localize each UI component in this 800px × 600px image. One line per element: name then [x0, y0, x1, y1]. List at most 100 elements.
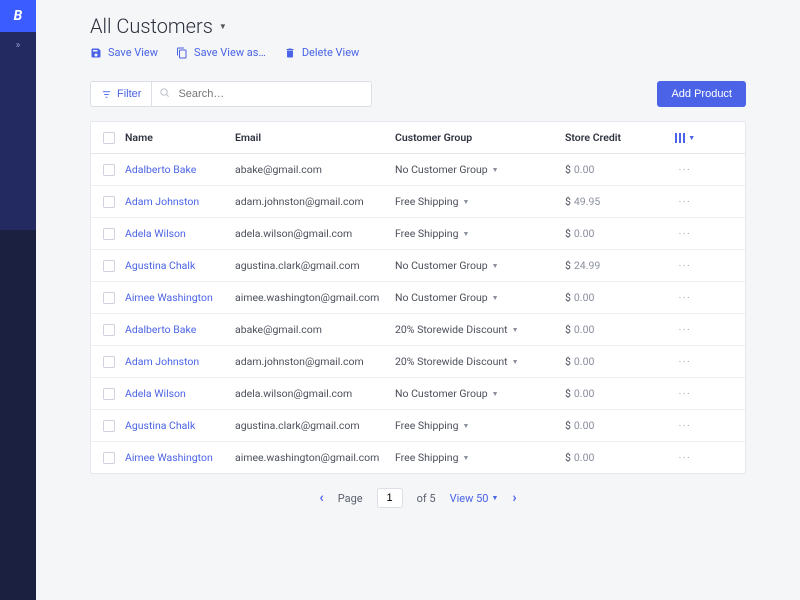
page-next-button[interactable]: › — [512, 490, 516, 506]
column-settings-button[interactable]: ▼ — [665, 133, 705, 143]
page-prev-button[interactable]: ‹ — [319, 490, 323, 506]
customer-name-link[interactable]: Agustina Chalk — [125, 259, 195, 272]
row-checkbox[interactable] — [103, 324, 115, 336]
save-view-button[interactable]: Save View — [90, 46, 158, 59]
table-row: Adam Johnston adam.johnston@gmail.com20% … — [91, 346, 745, 378]
customer-group-select[interactable]: Free Shipping▼ — [395, 419, 565, 432]
row-actions-button[interactable]: ··· — [665, 451, 705, 464]
row-checkbox[interactable] — [103, 420, 115, 432]
table-row: Aimee Washington aimee.washington@gmail.c… — [91, 282, 745, 314]
store-credit: $24.99 — [565, 259, 665, 272]
row-actions-button[interactable]: ··· — [665, 163, 705, 176]
col-credit[interactable]: Store Credit — [565, 131, 665, 144]
customer-name-link[interactable]: Agustina Chalk — [125, 419, 195, 432]
row-actions-button[interactable]: ··· — [665, 227, 705, 240]
customers-table: Name Email Customer Group Store Credit ▼… — [90, 121, 746, 474]
customer-group-select[interactable]: No Customer Group▼ — [395, 163, 565, 176]
filter-button[interactable]: Filter — [90, 81, 152, 107]
customer-name-link[interactable]: Adam Johnston — [125, 355, 199, 368]
customer-group-select[interactable]: 20% Storewide Discount▼ — [395, 355, 565, 368]
chevron-down-icon: ▼ — [462, 422, 469, 430]
chevron-down-icon: ▼ — [462, 230, 469, 238]
row-checkbox[interactable] — [103, 228, 115, 240]
customer-email: agustina.clark@gmail.com — [235, 419, 395, 432]
customer-email: aimee.washington@gmail.com — [235, 291, 395, 304]
brand-logo-icon: B — [0, 0, 36, 32]
row-checkbox[interactable] — [103, 452, 115, 464]
row-actions-button[interactable]: ··· — [665, 291, 705, 304]
store-credit: $0.00 — [565, 355, 665, 368]
row-actions-button[interactable]: ··· — [665, 259, 705, 272]
columns-icon — [675, 133, 686, 143]
main-content: All Customers ▼ Save View Save View as… … — [36, 0, 800, 600]
row-checkbox[interactable] — [103, 196, 115, 208]
row-actions-button[interactable]: ··· — [665, 419, 705, 432]
col-name[interactable]: Name — [125, 131, 235, 144]
table-row: Adela Wilson adela.wilson@gmail.comNo Cus… — [91, 378, 745, 410]
search-wrap — [152, 81, 372, 107]
add-product-button[interactable]: Add Product — [657, 81, 746, 107]
customer-name-link[interactable]: Adalberto Bake — [125, 163, 196, 176]
sidebar: B » — [0, 0, 36, 600]
row-actions-button[interactable]: ··· — [665, 387, 705, 400]
toolbar: Filter Add Product — [90, 81, 746, 107]
chevron-down-icon: ▼ — [492, 294, 499, 302]
expand-sidebar-icon[interactable]: » — [16, 40, 21, 51]
page-input[interactable] — [377, 488, 403, 508]
customer-email: adam.johnston@gmail.com — [235, 195, 395, 208]
filter-icon — [101, 89, 112, 100]
save-view-as-label: Save View as… — [194, 46, 266, 59]
customer-email: adam.johnston@gmail.com — [235, 355, 395, 368]
customer-group-select[interactable]: Free Shipping▼ — [395, 451, 565, 464]
customer-email: abake@gmail.com — [235, 323, 395, 336]
row-checkbox[interactable] — [103, 356, 115, 368]
filter-label: Filter — [117, 88, 141, 100]
chevron-down-icon: ▼ — [492, 262, 499, 270]
page-label: Page — [338, 492, 363, 505]
table-row: Adela Wilsonadela.wilson@gmail.comFree S… — [91, 218, 745, 250]
customer-name-link[interactable]: Adela Wilson — [125, 387, 186, 400]
table-row: Aimee Washingtonaimee.washington@gmail.c… — [91, 442, 745, 473]
col-email[interactable]: Email — [235, 131, 395, 144]
customer-email: agustina.clark@gmail.com — [235, 259, 395, 272]
customer-name-link[interactable]: Adela Wilson — [125, 227, 186, 240]
chevron-down-icon: ▼ — [492, 166, 499, 174]
customer-group-select[interactable]: No Customer Group▼ — [395, 387, 565, 400]
store-credit: $0.00 — [565, 227, 665, 240]
table-row: Adalberto Bake abake@gmail.comNo Customer… — [91, 154, 745, 186]
customer-email: adela.wilson@gmail.com — [235, 387, 395, 400]
delete-view-button[interactable]: Delete View — [284, 46, 360, 59]
row-checkbox[interactable] — [103, 164, 115, 176]
row-checkbox[interactable] — [103, 260, 115, 272]
customer-group-select[interactable]: No Customer Group▼ — [395, 291, 565, 304]
customer-group-select[interactable]: 20% Storewide Discount▼ — [395, 323, 565, 336]
store-credit: $0.00 — [565, 323, 665, 336]
table-row: Adalberto Bake abake@gmail.com20% Storewi… — [91, 314, 745, 346]
row-actions-button[interactable]: ··· — [665, 195, 705, 208]
chevron-down-icon: ▼ — [462, 198, 469, 206]
row-checkbox[interactable] — [103, 292, 115, 304]
customer-email: abake@gmail.com — [235, 163, 395, 176]
copy-icon — [176, 47, 188, 59]
search-input[interactable] — [152, 81, 372, 107]
page-size-select[interactable]: View 50 ▼ — [450, 492, 499, 505]
page-of: of 5 — [417, 492, 436, 505]
row-actions-button[interactable]: ··· — [665, 323, 705, 336]
customer-group-select[interactable]: Free Shipping▼ — [395, 195, 565, 208]
table-row: Agustina Chalk agustina.clark@gmail.comNo… — [91, 250, 745, 282]
customer-name-link[interactable]: Aimee Washington — [125, 451, 213, 464]
trash-icon — [284, 47, 296, 59]
save-view-as-button[interactable]: Save View as… — [176, 46, 266, 59]
customer-group-select[interactable]: No Customer Group▼ — [395, 259, 565, 272]
customer-name-link[interactable]: Adam Johnston — [125, 195, 199, 208]
row-checkbox[interactable] — [103, 388, 115, 400]
chevron-down-icon: ▼ — [512, 326, 519, 334]
title-dropdown-icon[interactable]: ▼ — [219, 22, 227, 31]
save-icon — [90, 47, 102, 59]
select-all-checkbox[interactable] — [103, 132, 115, 144]
customer-name-link[interactable]: Adalberto Bake — [125, 323, 196, 336]
customer-group-select[interactable]: Free Shipping▼ — [395, 227, 565, 240]
col-group[interactable]: Customer Group — [395, 131, 565, 144]
customer-name-link[interactable]: Aimee Washington — [125, 291, 213, 304]
row-actions-button[interactable]: ··· — [665, 355, 705, 368]
